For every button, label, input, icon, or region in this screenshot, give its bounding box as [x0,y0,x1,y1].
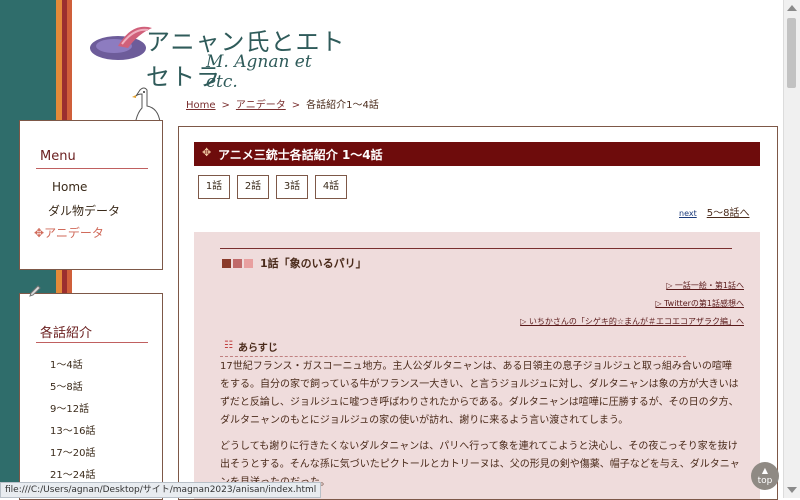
pencil-icon [29,285,41,297]
section-top-rule [220,248,732,249]
menu-item-characters[interactable]: ダル物データ [48,202,120,219]
related-link-illustration[interactable]: ▷ 一話一絵・第1話へ [666,280,744,291]
next-arrow-tag: next [679,209,697,218]
back-to-top-button[interactable]: ▲ top [751,462,779,490]
next-page-label: 5〜8話へ [706,208,750,219]
episodes-nav-item[interactable]: 13〜16話 [50,422,95,437]
episodes-nav-item[interactable]: 9〜12話 [50,400,89,415]
episode-button-2[interactable]: 2話 [237,175,269,199]
up-arrow-icon: ▲ [761,466,769,475]
episode-section: 1話「象のいるパリ」 ▷ 一話一絵・第1話へ ▷ Twitterの第1話感想へ … [194,232,760,499]
vertical-scrollbar[interactable] [783,0,800,498]
menu-title-rule [36,168,148,169]
episodes-nav-item[interactable]: 5〜8話 [50,378,83,393]
episode-button-3[interactable]: 3話 [276,175,308,199]
scroll-up-arrow-icon[interactable] [787,5,797,11]
scroll-thumb[interactable] [787,18,796,88]
title-square-icon [244,259,253,268]
main-content-panel: ✥ アニメ三銃士各話紹介 1〜4話 1話 2話 3話 4話 next 5〜8話へ … [178,126,778,500]
episodes-nav-item[interactable]: 17〜20話 [50,444,95,459]
breadcrumb-section-link[interactable]: アニデータ [236,100,286,111]
related-link-twitter[interactable]: ▷ Twitterの第1話感想へ [655,298,744,309]
episodes-nav-item[interactable]: 21〜24話 [50,466,95,481]
menu-item-anime-data[interactable]: ✥アニデータ [34,224,104,241]
title-square-icon [222,259,231,268]
episodes-nav-title: 各話紹介 [40,326,93,341]
page-title: アニメ三銃士各話紹介 1〜4話 [218,148,383,162]
episodes-nav-item[interactable]: 1〜4話 [50,356,83,371]
episodes-nav-panel: 各話紹介 1〜4話 5〜8話 9〜12話 13〜16話 17〜20話 21〜24… [19,293,163,500]
site-logo[interactable]: アニャン氏とエトセトラ M. Agnan et etc. [88,18,348,92]
next-page-link[interactable]: next 5〜8話へ [679,204,749,219]
page-title-bar: ✥ アニメ三銃士各話紹介 1〜4話 [194,142,760,166]
title-marker-icon: ✥ [202,146,212,159]
related-link-manga[interactable]: ▷ いちかさんの「シゲキ的☆まんが＃エコエコアザラク編」へ [520,316,744,327]
back-to-top-label: top [757,476,773,486]
title-square-icon [233,259,242,268]
active-marker-icon: ✥ [34,226,45,240]
menu-title: Menu [40,149,76,164]
synopsis-title: あらすじ [238,343,278,354]
synopsis-divider [220,356,686,357]
breadcrumb-separator: > [291,100,301,111]
menu-panel: Menu Home ダル物データ ✥アニデータ [19,120,163,270]
menu-item-home[interactable]: Home [52,180,87,194]
breadcrumb: Home > アニデータ > 各話紹介1〜4話 [186,96,379,111]
episode-title: 1話「象のいるパリ」 [260,257,367,270]
breadcrumb-current: 各話紹介1〜4話 [306,100,379,111]
menu-item-label: アニデータ [44,226,104,240]
scroll-down-arrow-icon[interactable] [787,487,797,493]
logo-english-text: M. Agnan et etc. [206,52,312,92]
synopsis-paragraph: 17世紀フランス・ガスコーニュ地方。主人公ダルタニャンは、ある日領主の息子ジョル… [220,361,739,426]
status-bar-url: file:///C:/Users/agnan/Desktop/サイト/magna… [0,482,322,498]
breadcrumb-separator: > [221,100,230,111]
episodes-nav-title-rule [36,342,148,343]
synopsis-icon: ☷ [224,340,233,351]
breadcrumb-home-link[interactable]: Home [186,100,216,111]
episode-button-4[interactable]: 4話 [315,175,347,199]
episode-button-1[interactable]: 1話 [198,175,230,199]
